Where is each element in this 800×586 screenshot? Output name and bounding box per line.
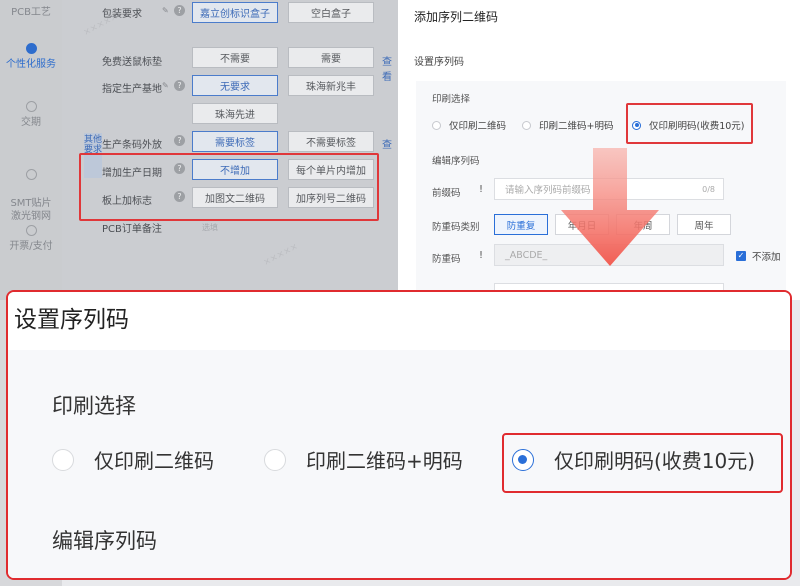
no-add-checkbox[interactable]: ✓ 不添加 [736, 249, 781, 263]
radio-label: 仅印刷二维码 [94, 449, 214, 473]
prefix-label: 前缀码 [432, 188, 461, 199]
zoom-callout: 设置序列码 印刷选择 仅印刷二维码 印刷二维码+明码 仅印刷明码(收费10元) … [6, 290, 792, 580]
zoom-header: 设置序列码 [8, 292, 790, 350]
section-title: 设置序列码 [414, 57, 464, 68]
dim-overlay [0, 0, 398, 300]
anti-code-label: 防重码 [432, 254, 461, 265]
radio-label: 印刷二维码+明码 [306, 449, 463, 473]
radio-label: 印刷二维码+明码 [539, 121, 614, 132]
checkbox-label: 不添加 [752, 252, 781, 263]
radio-icon [522, 120, 531, 130]
zoom-edit-label: 编辑序列码 [52, 529, 157, 553]
radio-icon [264, 448, 286, 471]
pointer-arrow-icon [561, 148, 659, 266]
drawer-title: 添加序列二维码 [414, 10, 499, 24]
anti-dup-option-anti-repeat[interactable]: 防重复 [494, 214, 548, 235]
radio-icon [52, 448, 74, 471]
info-icon: ! [478, 184, 483, 195]
print-selection-label: 印刷选择 [432, 94, 471, 105]
zoom-title: 设置序列码 [14, 307, 129, 333]
highlight-box-form [79, 153, 379, 221]
zoom-print-option-qr-only[interactable]: 仅印刷二维码 [52, 445, 214, 474]
checkbox-checked-icon: ✓ [736, 251, 746, 261]
info-icon: ! [478, 250, 483, 261]
edit-serial-label: 编辑序列码 [432, 156, 480, 167]
zoom-highlight-box [502, 433, 783, 493]
anti-dup-option-week-year[interactable]: 周年 [677, 214, 731, 235]
highlight-box-print-option [626, 103, 753, 144]
print-option-qr-only[interactable]: 仅印刷二维码 [432, 118, 506, 132]
anti-code-value: _ABCDE_ [505, 249, 548, 261]
zoom-print-option-qr-plain[interactable]: 印刷二维码+明码 [264, 445, 463, 474]
anti-dup-type-label: 防重码类别 [432, 222, 480, 233]
zoom-print-label: 印刷选择 [52, 394, 136, 418]
radio-label: 仅印刷二维码 [449, 121, 507, 132]
prefix-counter: 0/8 [702, 184, 715, 194]
radio-icon [432, 120, 441, 130]
print-option-qr-plain[interactable]: 印刷二维码+明码 [522, 118, 613, 132]
